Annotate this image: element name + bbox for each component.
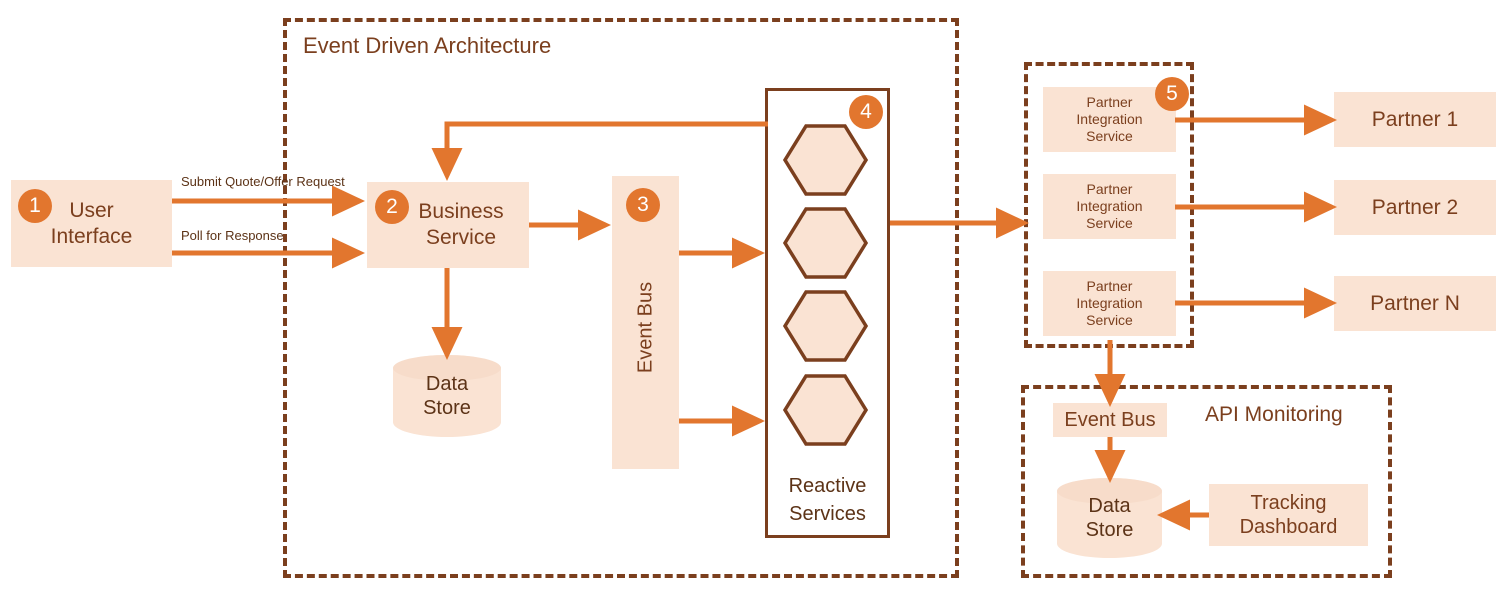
edge-reactive-feedback-to-business (431, 121, 768, 182)
edge-label-poll-response: Poll for Response (181, 228, 284, 243)
connector-layer (172, 104, 1338, 531)
architecture-diagram: Event Driven Architecture API Monitoring (0, 0, 1508, 592)
badge-2: 2 (375, 190, 409, 224)
badge-4: 4 (849, 95, 883, 129)
badge-5: 5 (1155, 77, 1189, 111)
badge-3: 3 (626, 188, 660, 222)
badge-1: 1 (18, 189, 52, 223)
edge-label-submit-request: Submit Quote/Offer Request (181, 174, 345, 189)
